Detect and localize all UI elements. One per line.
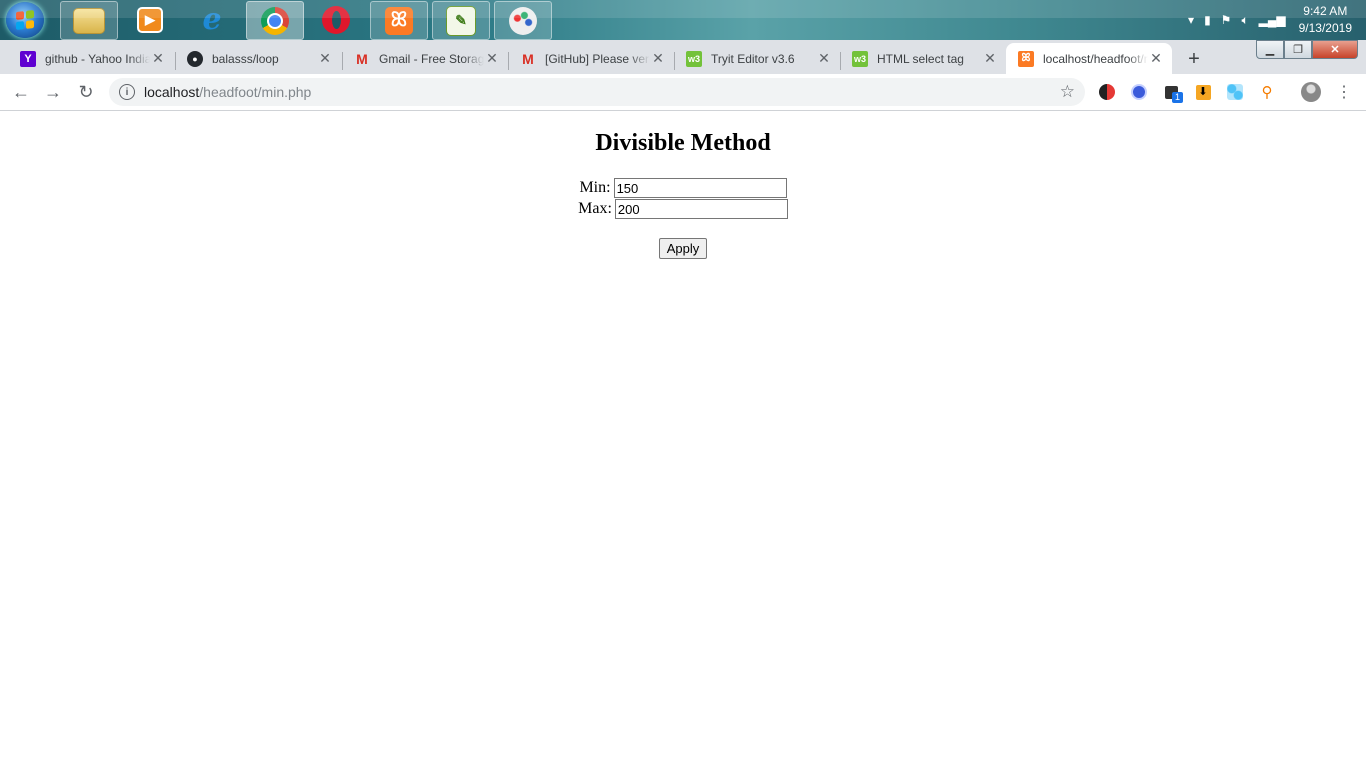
max-row: Max: (0, 199, 1366, 219)
taskbar-clock[interactable]: 9:42 AM 9/13/2019 (1299, 3, 1352, 37)
new-tab-button[interactable]: + (1180, 45, 1208, 73)
internet-explorer-icon: e (202, 2, 222, 37)
max-label: Max: (578, 199, 612, 217)
tab-title: github - Yahoo India Search Results (45, 51, 150, 66)
close-tab-icon[interactable]: ✕ (816, 50, 832, 67)
paint-palette-icon (509, 6, 537, 35)
windows-taskbar: ▶ e ꕤ ✎ ▾ ▮ ⚑ 🔈︎ ▂▄▆ 9:42 AM 9/13/2019 (0, 0, 1366, 40)
start-button[interactable] (6, 2, 44, 38)
url-host: localhost (144, 84, 200, 100)
close-tab-icon[interactable]: ✕ (317, 50, 333, 67)
tab-localhost-active[interactable]: ꕤ localhost/headfoot/min.php ✕ (1006, 43, 1172, 74)
clock-date: 9/13/2019 (1298, 21, 1352, 35)
w3schools-favicon-icon: w3 (686, 50, 702, 67)
download-extension-icon[interactable]: ⬇ (1193, 82, 1213, 102)
extension-1-icon[interactable] (1097, 82, 1117, 102)
site-info-icon[interactable]: i (119, 84, 135, 100)
taskbar-opera[interactable] (308, 1, 364, 38)
taskbar-internet-explorer[interactable]: e (184, 1, 240, 38)
address-url[interactable]: localhost/headfoot/min.php (144, 84, 311, 100)
folder-icon (73, 7, 105, 34)
arrow-right-icon: → (44, 81, 62, 102)
extension-badge: 1 (1172, 92, 1184, 103)
tab-gmail[interactable]: M Gmail - Free Storage and Email from Go… (342, 43, 508, 74)
taskbar-paint[interactable] (494, 1, 552, 40)
github-favicon-icon: ● (187, 50, 203, 67)
url-path: /headfoot/min.php (199, 84, 312, 100)
close-tab-icon[interactable]: ✕ (150, 50, 166, 67)
close-tab-icon[interactable]: ✕ (982, 50, 998, 67)
forward-button[interactable]: → (41, 80, 65, 104)
gmail-favicon-icon: M (356, 50, 368, 67)
extension-5-icon[interactable] (1225, 82, 1245, 102)
tab-title: [GitHub] Please verify your email addres… (545, 51, 650, 66)
tab-title: Gmail - Free Storage and Email from Goog… (379, 51, 484, 66)
close-tab-icon[interactable]: ✕ (484, 50, 500, 67)
tab-yahoo-search[interactable]: Y github - Yahoo India Search Results ✕ (8, 43, 174, 74)
show-hidden-icons-icon[interactable]: ▾ (1188, 13, 1194, 27)
back-button[interactable]: ← (9, 80, 33, 104)
min-input[interactable] (613, 178, 787, 198)
extension-2-icon[interactable] (1129, 82, 1149, 102)
gmail-favicon-icon: M (522, 50, 534, 67)
arrow-left-icon: ← (12, 81, 30, 102)
plus-icon: + (1188, 47, 1200, 70)
media-player-icon: ▶ (137, 6, 163, 33)
yahoo-favicon-icon: Y (20, 50, 36, 67)
profile-avatar[interactable] (1301, 82, 1321, 102)
maximize-button[interactable]: ❐ (1284, 40, 1312, 59)
apply-button[interactable]: Apply (658, 238, 708, 259)
taskbar-notepad-plus[interactable]: ✎ (432, 1, 490, 40)
min-label: Min: (579, 178, 611, 196)
chrome-menu-icon[interactable]: ⋮ (1334, 82, 1354, 102)
tab-tryit-editor[interactable]: w3 Tryit Editor v3.6 ✕ (674, 43, 840, 74)
minimize-button[interactable]: ▁ (1256, 40, 1284, 59)
taskbar-file-explorer[interactable] (60, 1, 118, 40)
opera-icon (322, 5, 350, 34)
tab-title: localhost/headfoot/min.php (1043, 51, 1148, 66)
usb-device-icon[interactable]: ▮ (1204, 13, 1211, 27)
tab-html-select[interactable]: w3 HTML select tag ✕ (840, 43, 1006, 74)
windows-logo-icon (16, 10, 34, 30)
search-extension-icon[interactable]: ⚲ (1257, 82, 1277, 102)
taskbar-chrome[interactable] (246, 1, 304, 40)
w3schools-favicon-icon: w3 (852, 50, 868, 67)
notepad-icon: ✎ (446, 5, 476, 36)
clock-time: 9:42 AM (1303, 4, 1348, 18)
reload-button[interactable]: ↻ (74, 80, 98, 104)
close-tab-icon[interactable]: ✕ (1148, 50, 1164, 67)
xampp-icon: ꕤ (385, 6, 413, 35)
tab-title: balasss/loop (212, 51, 279, 66)
page-title: Divisible Method (595, 130, 771, 156)
xampp-favicon-icon: ꕤ (1018, 50, 1034, 67)
tab-title: HTML select tag (877, 51, 964, 66)
taskbar-xampp[interactable]: ꕤ (370, 1, 428, 40)
close-window-button[interactable]: ✕ (1312, 40, 1358, 59)
bookmark-star-icon[interactable]: ☆ (1060, 82, 1075, 102)
reload-icon: ↻ (78, 81, 94, 102)
tab-github-verify[interactable]: M [GitHub] Please verify your email addr… (508, 43, 674, 74)
address-bar[interactable]: i localhost/headfoot/min.php ☆ (109, 78, 1085, 106)
close-tab-icon[interactable]: ✕ (650, 50, 666, 67)
max-input[interactable] (614, 199, 788, 219)
browser-toolbar: ← → ↻ i localhost/headfoot/min.php ☆ 1 ⬇… (0, 74, 1366, 111)
browser-tab-strip: Y github - Yahoo India Search Results ✕ … (0, 40, 1366, 74)
min-row: Min: (0, 178, 1366, 198)
network-signal-icon[interactable]: ▂▄▆ (1259, 13, 1286, 27)
tab-title: Tryit Editor v3.6 (711, 51, 795, 66)
apply-row: Apply (0, 238, 1366, 259)
page-content: Divisible Method Min: Max: Apply (0, 111, 1366, 768)
action-center-flag-icon[interactable]: ⚑ (1221, 13, 1232, 27)
chrome-icon (261, 6, 289, 35)
system-tray: ▾ ▮ ⚑ 🔈︎ ▂▄▆ 9:42 AM 9/13/2019 (1183, 0, 1366, 40)
tab-github-repo[interactable]: ● balasss/loop ✕ (175, 43, 341, 74)
volume-icon[interactable]: 🔈︎ (1241, 13, 1248, 28)
extension-3-icon[interactable]: 1 (1161, 82, 1184, 103)
window-controls: ▁ ❐ ✕ (1256, 40, 1358, 59)
taskbar-media-player[interactable]: ▶ (122, 1, 178, 38)
